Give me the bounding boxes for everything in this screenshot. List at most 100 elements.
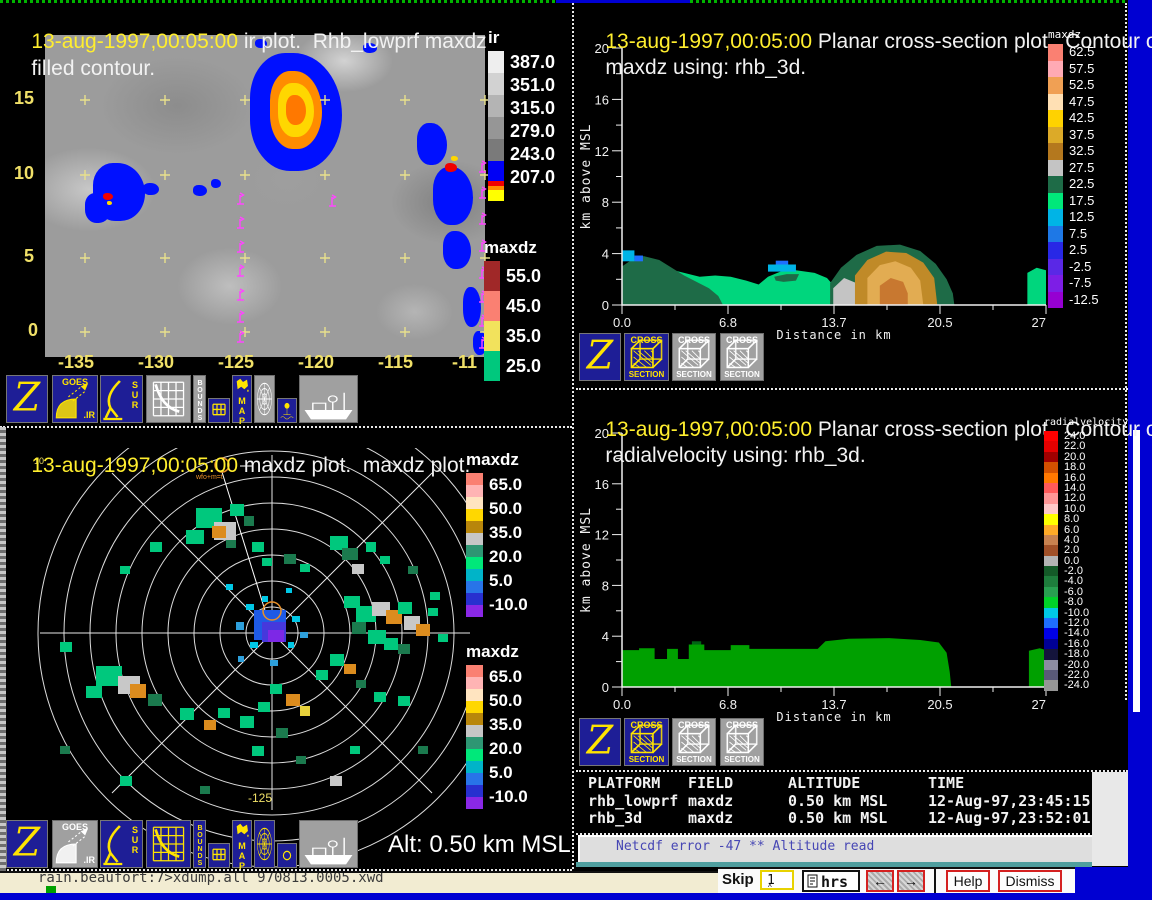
radar-web-button[interactable]: [254, 820, 275, 868]
sur-icon: [101, 378, 127, 422]
cross-section-button[interactable]: CROSSSECTION: [720, 718, 764, 766]
colorbar-title: maxdz: [1048, 28, 1099, 41]
button-label: CROSS: [673, 335, 715, 345]
button-label: SECTION: [625, 755, 668, 764]
grid-plus-mark: [240, 95, 250, 105]
surveillance-radar-button[interactable]: SUR: [100, 375, 143, 423]
x-tick-label: 27: [1032, 315, 1046, 330]
grid-plus-mark: [400, 170, 410, 180]
y-tick-label: 8: [602, 578, 609, 593]
radar-echo: [60, 642, 72, 652]
colorbar-tick-label: 279.0: [510, 120, 555, 143]
radar-echo: [286, 694, 300, 706]
contour-fill: [776, 261, 788, 265]
cross-section-button-active[interactable]: CROSSSECTION: [624, 718, 669, 766]
radar-echo: [148, 694, 162, 706]
buoy-button[interactable]: [277, 398, 297, 423]
radar-echo: [374, 692, 386, 702]
radar-echo: [270, 684, 282, 694]
radar-grid-button[interactable]: [146, 375, 191, 423]
ship-track-button[interactable]: [299, 820, 358, 868]
colorbar-tick-label: 12.5: [1069, 209, 1099, 226]
colorbar-tick-label: 27.5: [1069, 160, 1099, 177]
radar-echo: [330, 654, 344, 666]
radar-echo: [300, 564, 310, 572]
bounds-button[interactable]: BOUNDS: [193, 820, 206, 868]
bl-title-text: maxdz plot. maxdz plot.: [238, 454, 470, 477]
x-tick-label: 20.5: [927, 697, 952, 712]
radar-echo: [130, 684, 146, 698]
colorbar-segment: [1048, 44, 1063, 61]
grid-plus-mark: [320, 253, 330, 263]
colorbar-segment: [1044, 660, 1058, 670]
colorbar-segment: [466, 785, 483, 797]
zebra-logo-button[interactable]: Z: [6, 820, 48, 868]
bounds-button[interactable]: BOUNDS: [193, 375, 206, 423]
radar-echo: [252, 542, 264, 552]
colorbar-tick-label: 42.5: [1069, 110, 1099, 127]
right-scrollbar[interactable]: [1133, 430, 1140, 712]
skip-input[interactable]: 1 ^: [760, 870, 794, 890]
radar-echo: [418, 746, 428, 754]
colorbar-tick-label: 35.0: [489, 521, 528, 545]
radar-echo: [430, 592, 440, 600]
colorbar-segment: [1044, 462, 1058, 472]
hrs-button[interactable]: hrs: [802, 870, 860, 892]
button-label: SECTION: [721, 370, 763, 379]
help-button[interactable]: Help: [946, 870, 990, 892]
cross-section-button[interactable]: CROSSSECTION: [720, 333, 764, 381]
step-back-button[interactable]: ←: [866, 870, 894, 892]
zebra-logo-button[interactable]: Z: [579, 333, 621, 381]
zebra-logo-button[interactable]: Z: [6, 375, 48, 423]
step-forward-button[interactable]: →: [897, 870, 925, 892]
colorbar-segment: [1044, 504, 1058, 514]
colorbar-segment: [1044, 566, 1058, 576]
radar-echo: [330, 536, 348, 550]
map-overlay-button[interactable]: MAP: [232, 820, 252, 868]
axis-tick-label: 5: [24, 246, 34, 267]
cross-section-button-active[interactable]: CROSSSECTION: [624, 333, 669, 381]
colorbar-tick-label: 62.5: [1069, 44, 1099, 61]
goes-ir-button[interactable]: GOES.IR: [52, 375, 98, 423]
cross-section-button[interactable]: CROSSSECTION: [672, 718, 716, 766]
ship-track-button[interactable]: [299, 375, 358, 423]
control-separator: [934, 868, 936, 893]
radar-web-button[interactable]: [254, 375, 275, 423]
table-bottom-divider: [576, 833, 1090, 835]
colorbar-segment: [466, 569, 483, 581]
circle-overlay-button[interactable]: [277, 843, 297, 868]
zebra-logo-button[interactable]: Z: [579, 718, 621, 766]
grid-overlay-button[interactable]: [208, 843, 230, 868]
grid-overlay-button[interactable]: [208, 398, 230, 423]
bl-maxdz-colorbar-2: maxdz65.050.035.020.05.0-10.0: [466, 642, 528, 809]
radar-echo: [226, 540, 236, 548]
dismiss-button[interactable]: Dismiss: [998, 870, 1062, 892]
radar-echo: [288, 642, 294, 648]
grid-plus-mark: [160, 253, 170, 263]
colorbar-segment: [466, 749, 483, 761]
radar-echo: [292, 616, 300, 622]
axis-tick-label: -135: [58, 352, 94, 373]
colorbar-tick-label: -12.5: [1069, 292, 1099, 309]
grid-plus-mark: [320, 327, 330, 337]
gridcurve-icon: [147, 376, 190, 422]
terminal-bar[interactable]: rain.beaufort:7>xdump.all 970813.0005.xw…: [0, 871, 718, 895]
radar-echo: [250, 642, 258, 648]
radar-echo: [368, 630, 386, 644]
y-tick-label: 4: [602, 629, 609, 644]
radar-grid-button[interactable]: [146, 820, 191, 868]
colorbar-title: ir: [488, 28, 555, 48]
table-cell: FIELD: [688, 774, 733, 792]
bl-maxdz-colorbar-1: maxdz65.050.035.020.05.0-10.0: [466, 450, 528, 617]
grid-plus-mark: [320, 95, 330, 105]
grid-plus-mark: [400, 327, 410, 337]
radar-echo: [120, 566, 130, 574]
colorbar-tick-label: 7.5: [1069, 226, 1099, 243]
colorbar-tick-label: 50.0: [489, 689, 528, 713]
surveillance-radar-button[interactable]: SUR: [100, 820, 143, 868]
axis-tick-label: -120: [298, 352, 334, 373]
goes-ir-button[interactable]: GOES.IR: [52, 820, 98, 868]
cross-section-button[interactable]: CROSSSECTION: [672, 333, 716, 381]
map-overlay-button[interactable]: MAP: [232, 375, 252, 423]
radar-ppi-plot[interactable]: 10wfo+m=t-125: [0, 448, 470, 872]
